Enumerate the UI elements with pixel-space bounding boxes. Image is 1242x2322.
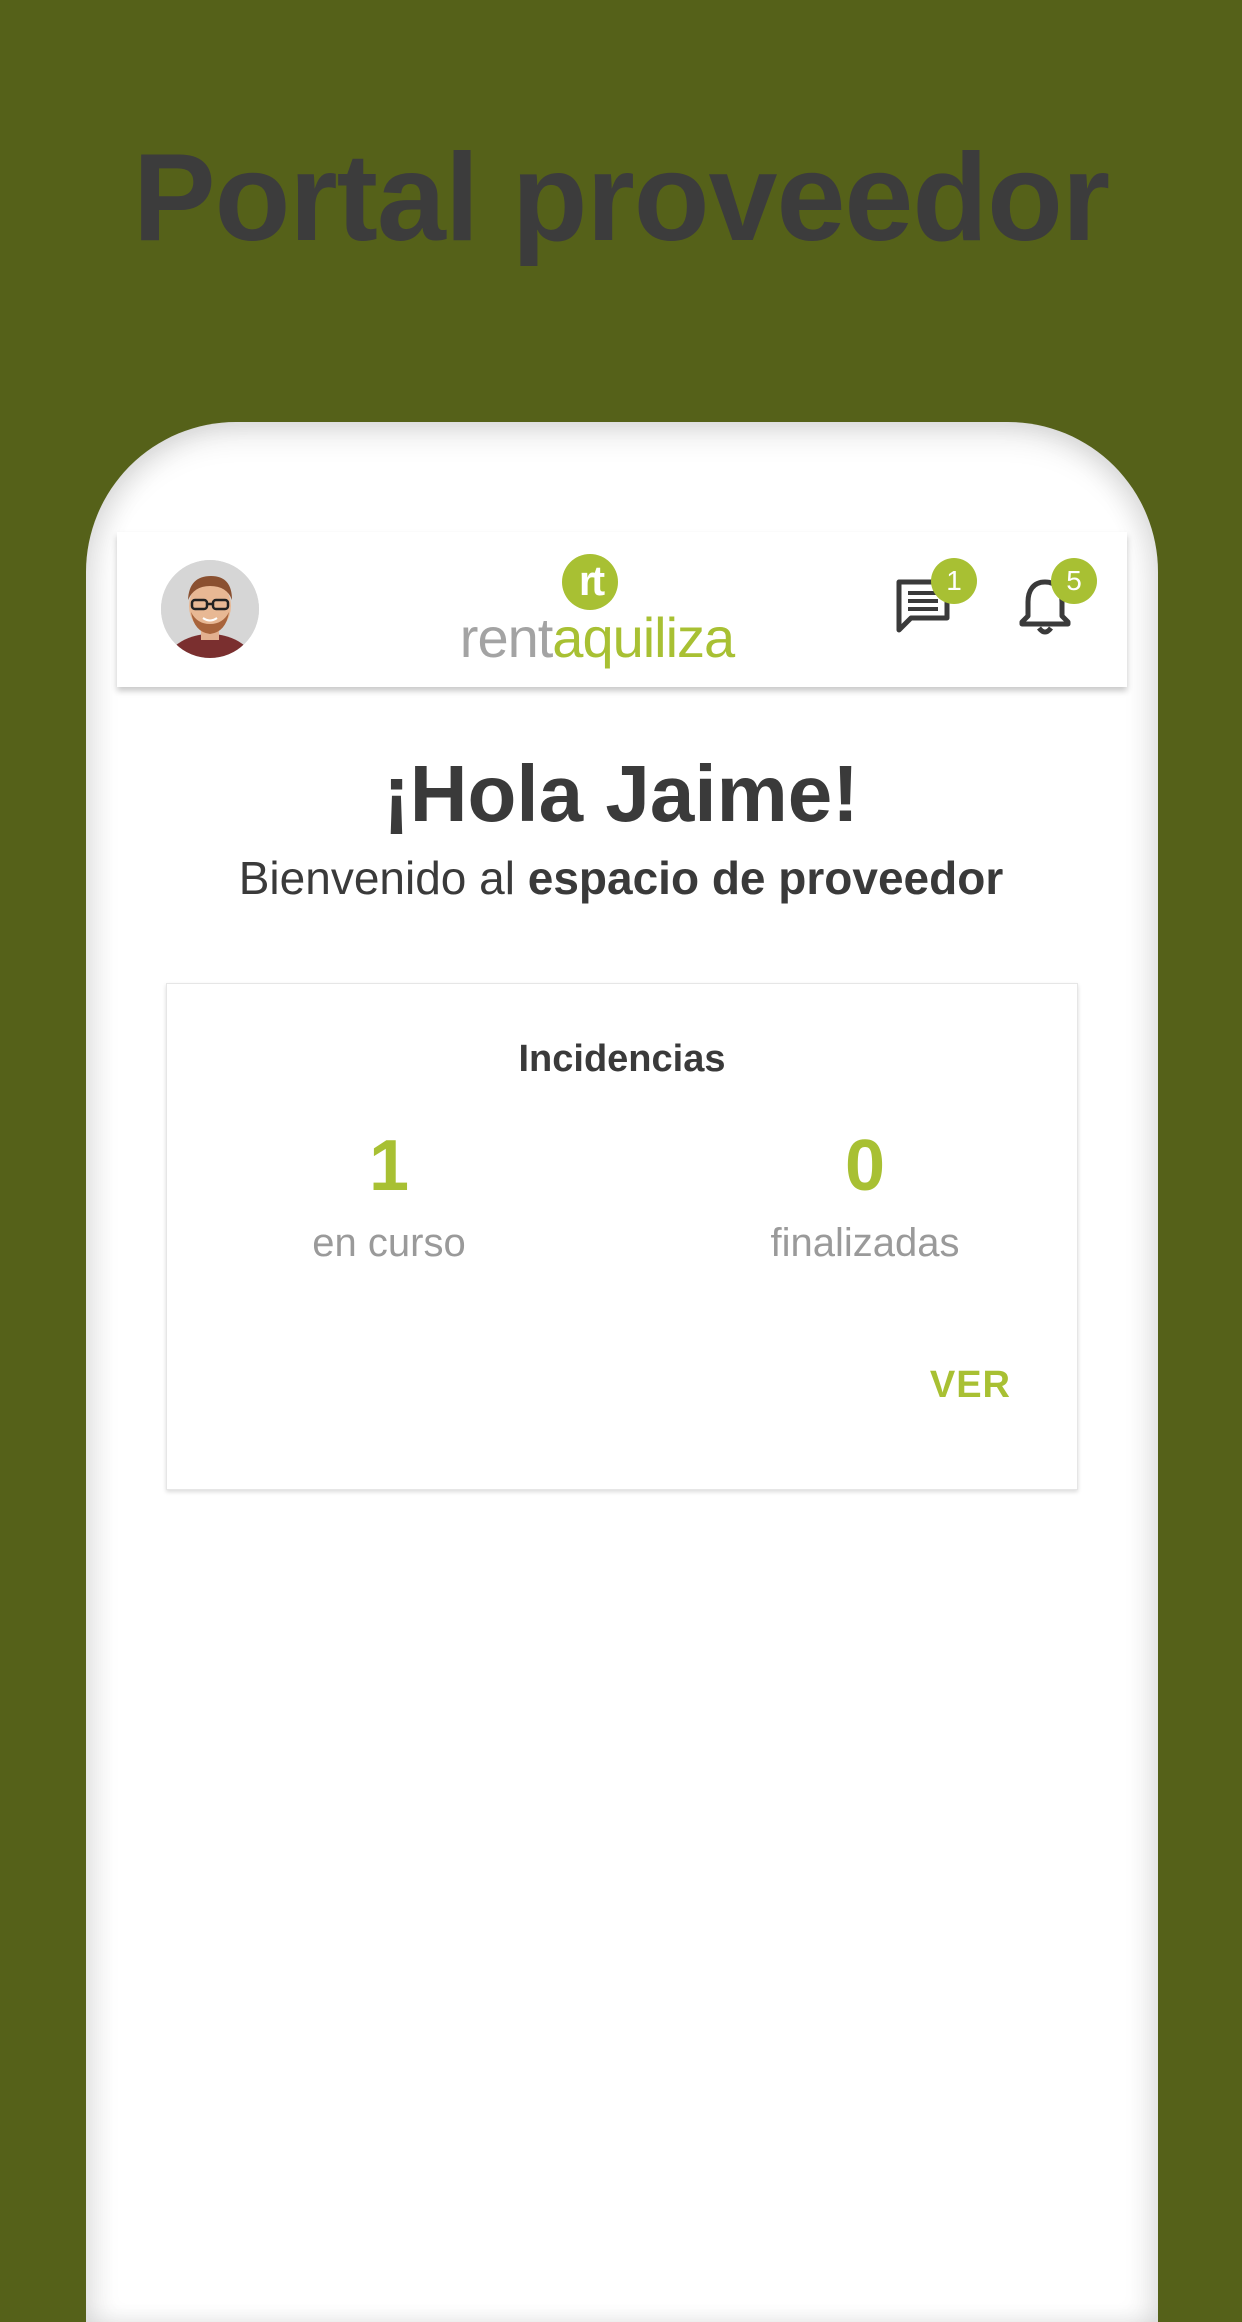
stat-finished: 0 finalizadas [715,1124,1015,1268]
app-logo: rt rentaquiliza [457,554,737,672]
stat-in-progress: 1 en curso [239,1124,539,1268]
welcome-text: Bienvenido al espacio de proveedor [0,850,1242,906]
greeting-title: ¡Hola Jaime! [383,749,859,838]
notifications-badge: 5 [1051,558,1097,604]
messages-button[interactable]: 1 [893,558,977,642]
logo-mark-icon: rt [562,554,618,610]
finished-count: 0 [844,1126,886,1206]
logo-word-rent: rent [459,606,553,669]
avatar[interactable] [161,560,259,658]
app-header: rt rentaquiliza 1 5 [117,532,1127,687]
avatar-image [161,560,259,658]
ver-button[interactable]: VER [930,1364,1011,1407]
in-progress-count: 1 [368,1126,410,1206]
logo-wordmark: rentaquiliza [457,606,737,670]
in-progress-label: en curso [312,1221,466,1265]
welcome-prefix: Bienvenido al [238,852,528,904]
incidencias-card: Incidencias 1 en curso 0 finalizadas VER [166,983,1078,1490]
logo-word-aquiliza: aquiliza [552,606,735,669]
messages-badge: 1 [931,558,977,604]
card-title: Incidencias [518,1038,726,1080]
notifications-button[interactable]: 5 [1013,558,1097,642]
finished-label: finalizadas [770,1221,960,1265]
promo-title: Portal proveedor [132,129,1110,267]
welcome-bold: espacio de proveedor [527,852,1004,904]
